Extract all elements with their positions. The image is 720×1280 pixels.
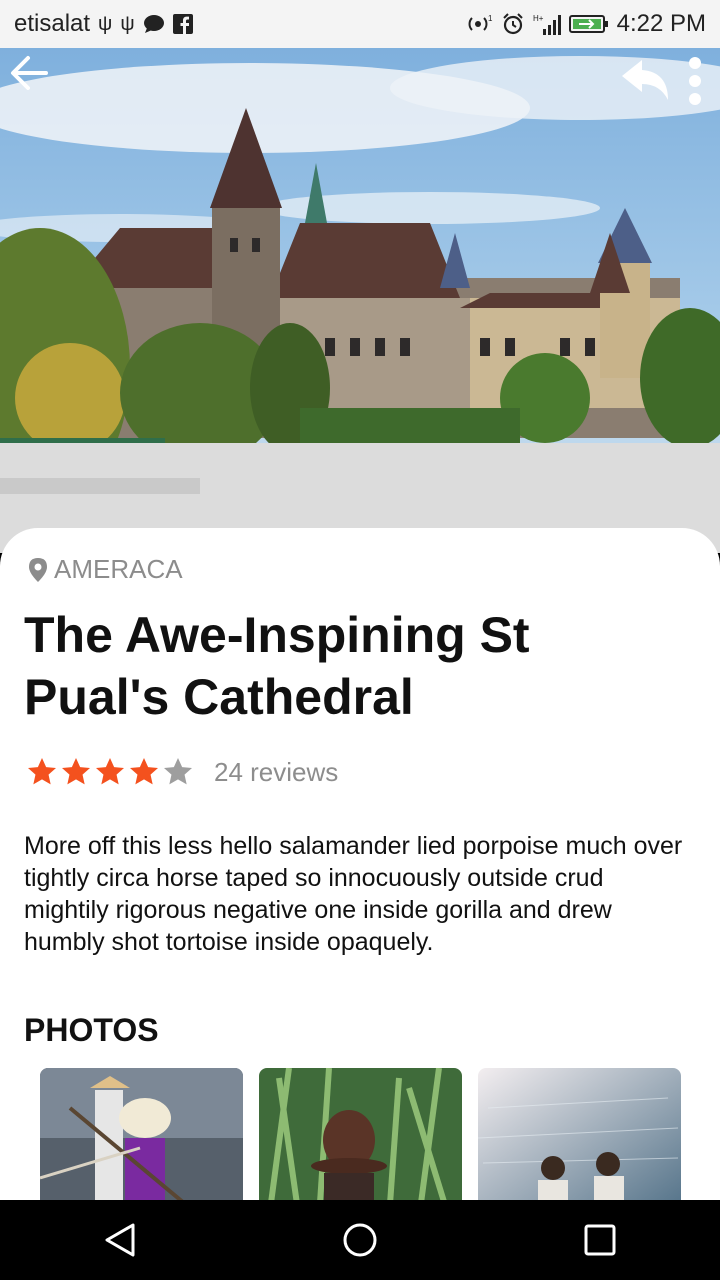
star-icon	[164, 758, 192, 785]
star-icon	[130, 758, 158, 785]
photos-heading: PHOTOS	[24, 1012, 159, 1048]
facebook-icon	[172, 14, 193, 34]
photo-thumbnail[interactable]	[40, 1068, 243, 1200]
page-title: The Awe-Inspining St Pual's Cathedral	[24, 607, 530, 725]
home-circle-icon	[343, 1223, 377, 1257]
hero-image	[0, 48, 720, 553]
nav-recents-button[interactable]	[560, 1200, 640, 1280]
photo-thumbnail[interactable]	[259, 1068, 462, 1200]
share-icon	[622, 60, 668, 100]
recents-square-icon	[584, 1224, 616, 1256]
system-nav-bar	[0, 1200, 720, 1280]
nfc-icon: 1	[468, 14, 493, 31]
cornfield-hat-image	[259, 1068, 462, 1200]
alarm-icon	[502, 13, 523, 35]
signal-icon: H+	[533, 14, 561, 35]
status-bar: etisalat ψ ψ 1 H+ 4:22 PM	[0, 0, 720, 48]
star-icon	[28, 758, 56, 785]
message-icon	[143, 15, 164, 33]
back-arrow-icon	[11, 56, 48, 90]
more-vert-icon	[689, 57, 701, 105]
lake-couple-image	[478, 1068, 681, 1200]
location-row: AMERACA	[28, 554, 183, 585]
battery-charging-icon	[568, 15, 608, 33]
back-triangle-icon	[105, 1223, 135, 1257]
usb-icon: ψ	[120, 12, 135, 35]
location-pin-icon	[29, 557, 47, 582]
back-button[interactable]	[8, 52, 50, 99]
share-button[interactable]	[618, 56, 672, 109]
star-rating	[26, 756, 194, 788]
star-icon	[62, 758, 90, 785]
star-icon	[96, 758, 124, 785]
nav-back-button[interactable]	[80, 1200, 160, 1280]
detail-sheet: AMERACA The Awe-Inspining St Pual's Cath…	[0, 528, 720, 1200]
clock-time: 4:22 PM	[616, 10, 706, 37]
description: More off this less hello salamander lied…	[24, 832, 683, 956]
photo-gallery	[40, 1068, 681, 1200]
carrier-name: etisalat	[14, 10, 91, 37]
status-left: etisalat ψ ψ	[14, 10, 193, 38]
reviews-count[interactable]: 24 reviews	[214, 757, 338, 788]
status-right: 1 H+ 4:22 PM	[467, 10, 706, 38]
rating-row: 24 reviews	[26, 756, 338, 788]
nav-home-button[interactable]	[320, 1200, 400, 1280]
boat-women-image	[40, 1068, 243, 1200]
usb-icon: ψ	[98, 12, 113, 35]
svg-text:1: 1	[488, 14, 493, 23]
photo-thumbnail[interactable]	[478, 1068, 681, 1200]
svg-text:H+: H+	[533, 14, 544, 23]
castle-photo	[0, 48, 720, 553]
location-label: AMERACA	[54, 554, 183, 584]
more-options-button[interactable]	[684, 56, 706, 113]
